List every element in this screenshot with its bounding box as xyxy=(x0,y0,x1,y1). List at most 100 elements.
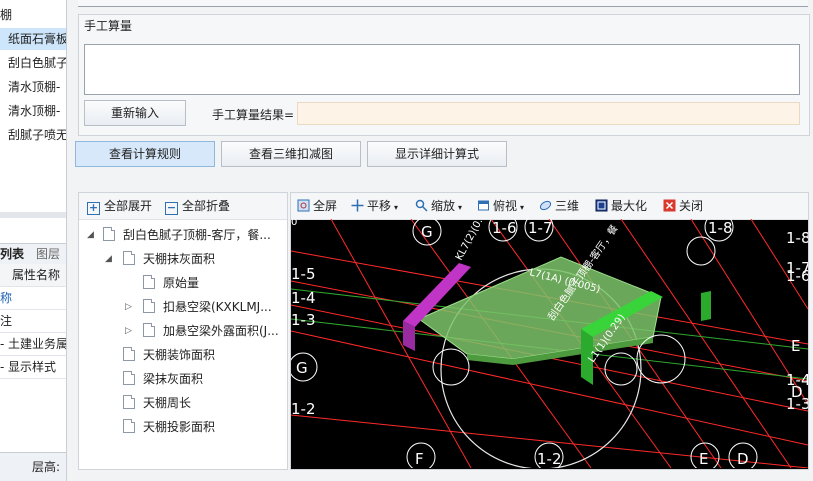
expand-arrow-icon[interactable]: ▷ xyxy=(125,326,132,336)
maximize-button[interactable]: 最大化 xyxy=(595,198,647,214)
3d-viewer[interactable]: 全屏 平移 ▾ 缩放 ▾ 俯视 ▾ 三维 最大化 关闭 G 1-6 1-7 1-… xyxy=(290,192,809,470)
tree-node-label: 梁抹灰面积 xyxy=(143,372,204,386)
axis-label-1-2-bottom: 1-2 xyxy=(537,450,562,468)
calc-tree-panel: + 全部展开 − 全部折叠 ◢ 刮白色腻子顶棚-客厅，餐... ◢ 天棚抹灰面积 原… xyxy=(78,192,288,470)
tree-node[interactable]: 天棚周长 xyxy=(123,392,191,414)
list-item[interactable]: 纸面石膏板 xyxy=(0,28,66,50)
close-button[interactable]: 关闭 xyxy=(663,198,703,214)
dropdown-arrow-icon: ▾ xyxy=(520,203,525,212)
3d-label: 三维 xyxy=(555,199,580,213)
tree-node-label: 刮白色腻子顶棚-客厅，餐... xyxy=(123,228,271,242)
axis-label-1-3: 1-3 xyxy=(291,311,316,329)
document-icon xyxy=(123,251,135,265)
manual-result-field xyxy=(297,102,800,125)
expand-all-label: 全部展开 xyxy=(104,199,153,213)
tab-list[interactable]: 列表 xyxy=(0,244,24,264)
expand-all-button[interactable]: + 全部展开 xyxy=(87,198,153,215)
pan-icon xyxy=(351,199,364,212)
expand-icon[interactable]: - xyxy=(0,356,8,378)
document-icon xyxy=(143,299,155,313)
label-zero: 0 xyxy=(291,219,297,228)
expand-icon[interactable]: - xyxy=(0,333,8,355)
prop-row-label: 土建业务属 xyxy=(8,337,67,351)
prop-row[interactable]: 注 xyxy=(0,310,66,333)
document-icon xyxy=(103,227,115,241)
prop-row-label: 显示样式 xyxy=(8,360,57,374)
maximize-label: 最大化 xyxy=(611,199,648,213)
axis-label-1-8-right: 1-8 xyxy=(786,229,808,247)
zoom-label: 缩放 xyxy=(431,199,456,213)
view-rules-button[interactable]: 查看计算规则 xyxy=(75,141,215,167)
reenter-button[interactable]: 重新输入 xyxy=(84,100,186,126)
tree-node[interactable]: 天棚投影面积 xyxy=(123,416,215,438)
tree-node[interactable]: 天棚抹灰面积 xyxy=(123,248,215,270)
axis-label-1-6: 1-6 xyxy=(492,219,517,237)
axis-label-e-right: E xyxy=(791,337,800,355)
manual-result-label: 手工算量结果= xyxy=(212,108,295,122)
axis-label-1-5: 1-5 xyxy=(291,265,316,283)
prop-header: 属性名称 xyxy=(0,264,66,287)
axis-label-e: E xyxy=(699,450,708,468)
list-item[interactable]: 清水顶棚- xyxy=(0,100,60,122)
green-post xyxy=(701,291,711,321)
list-item[interactable]: 刮腻子喷无 xyxy=(0,124,66,146)
axis-label-1-7: 1-7 xyxy=(528,219,553,237)
collapse-arrow-icon[interactable]: ◢ xyxy=(105,254,112,264)
prop-row[interactable]: - 土建业务属 xyxy=(0,333,66,356)
axis-label-f: F xyxy=(415,450,424,468)
fullscreen-icon xyxy=(297,199,310,212)
document-icon xyxy=(123,371,135,385)
view-icon xyxy=(478,200,489,211)
3d-canvas[interactable]: G 1-6 1-7 1-8 1-8 1-7 1-6 1-5 1-4 1-3 G … xyxy=(291,219,808,468)
magnifier-icon xyxy=(415,199,428,212)
view-button[interactable]: 俯视 ▾ xyxy=(477,198,524,214)
tab-layers[interactable]: 图层管 xyxy=(36,244,66,281)
list-item[interactable]: 清水顶棚- xyxy=(0,76,60,98)
axis-label-1-4: 1-4 xyxy=(291,289,316,307)
tree-node[interactable]: 原始量 xyxy=(143,272,199,294)
tree-node-label: 天棚抹灰面积 xyxy=(143,252,216,266)
tree-node[interactable]: 扣悬空梁(KXKLMJ... xyxy=(143,296,272,318)
prop-row[interactable]: - 显示样式 xyxy=(0,356,66,379)
view-3d-deduct-button[interactable]: 查看三维扣减图 xyxy=(221,141,361,167)
show-formula-button[interactable]: 显示详细计算式 xyxy=(367,141,507,167)
maximize-icon xyxy=(595,199,608,212)
axis-label-g-left: G xyxy=(296,359,308,377)
tree-node[interactable]: 加悬空梁外露面积(J... xyxy=(143,320,279,342)
3d-icon xyxy=(539,200,552,211)
splitter[interactable] xyxy=(0,212,66,218)
3d-button[interactable]: 三维 xyxy=(539,198,579,214)
expand-arrow-icon[interactable]: ▷ xyxy=(125,302,132,312)
tree-node-label: 原始量 xyxy=(163,276,200,290)
tree-node-label: 扣悬空梁(KXKLMJ... xyxy=(163,300,272,314)
plus-icon: + xyxy=(87,201,100,215)
tree-node-label: 加悬空梁外露面积(J... xyxy=(163,324,279,338)
manual-calc-input[interactable] xyxy=(84,44,800,95)
tree-node-label: 天棚装饰面积 xyxy=(143,348,216,362)
fullscreen-label: 全屏 xyxy=(313,199,338,213)
pan-label: 平移 xyxy=(367,199,392,213)
close-icon xyxy=(663,199,676,212)
tree-node-label: 天棚投影面积 xyxy=(143,420,216,434)
tree-node[interactable]: 梁抹灰面积 xyxy=(123,368,203,390)
list-item[interactable]: 刮白色腻子 xyxy=(0,52,66,74)
collapse-arrow-icon[interactable]: ◢ xyxy=(87,230,94,240)
axis-label-1-8: 1-8 xyxy=(708,219,733,237)
dropdown-arrow-icon: ▾ xyxy=(394,203,399,212)
collapse-all-button[interactable]: − 全部折叠 xyxy=(165,198,230,215)
tree-node[interactable]: 刮白色腻子顶棚-客厅，餐... xyxy=(103,224,271,246)
tree-toolbar: + 全部展开 − 全部折叠 xyxy=(79,193,287,220)
axis-label-1-6-right: 1-6 xyxy=(786,267,808,285)
view-label: 俯视 xyxy=(493,199,518,213)
left-panel: 棚 纸面石膏板 刮白色腻子 清水顶棚- 清水顶棚- 刮腻子喷无 列表 图层管 属… xyxy=(0,0,67,481)
floor-height-label: 层高: xyxy=(32,460,61,474)
pan-button[interactable]: 平移 ▾ xyxy=(351,198,398,214)
tree-node[interactable]: 天棚装饰面积 xyxy=(123,344,215,366)
left-panel-top-label: 棚 xyxy=(0,8,13,22)
minus-icon: − xyxy=(165,201,178,215)
prop-row[interactable]: 称 xyxy=(0,287,66,310)
document-icon xyxy=(123,419,135,433)
zoom-button[interactable]: 缩放 ▾ xyxy=(415,198,462,214)
fullscreen-button[interactable]: 全屏 xyxy=(297,198,337,214)
axis-label-1-3-right: 1-3 xyxy=(786,395,808,413)
